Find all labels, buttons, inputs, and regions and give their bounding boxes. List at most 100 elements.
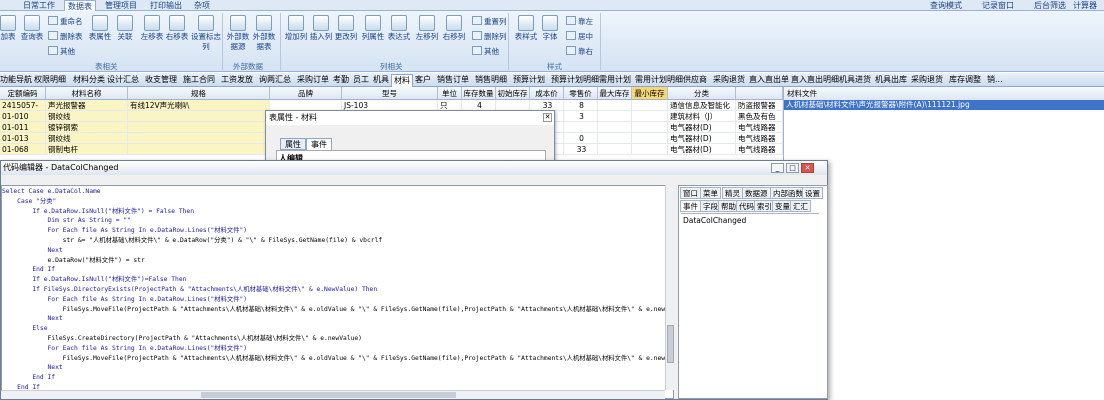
table-cell[interactable]: 电气线路器 [736, 133, 783, 144]
vertical-scrollbar[interactable] [665, 185, 674, 390]
horizontal-scrollbar[interactable] [1, 390, 665, 399]
maximize-icon[interactable]: □ [786, 163, 799, 173]
table-tab[interactable]: 采购订单 [295, 74, 331, 87]
align-left-button[interactable]: 靠左 [566, 16, 593, 26]
code-text-area[interactable]: Select Case e.DataCol.Name Case "分类" If … [1, 185, 674, 399]
table-cell[interactable]: 01-010 [0, 111, 46, 122]
tab-events[interactable]: 事件 [306, 138, 332, 150]
align-right-button[interactable]: 靠右 [566, 46, 593, 56]
expression-button[interactable]: 表达式 [385, 15, 413, 42]
column-header[interactable]: 成本价 [530, 87, 564, 100]
move-column-right-button[interactable]: 右移列 [440, 15, 468, 42]
move-table-left-button[interactable]: 左移表 [138, 15, 166, 42]
font-button[interactable]: 字体 [536, 15, 564, 42]
reset-column-button[interactable]: 重置列 [472, 16, 507, 26]
table-cell[interactable]: 01-068 [0, 144, 46, 155]
table-cell[interactable] [598, 144, 632, 155]
record-window-link[interactable]: 记录窗口 [982, 0, 1014, 11]
table-tab[interactable]: 工资发放 [219, 74, 255, 87]
table-tab[interactable]: 供应商 [681, 74, 709, 87]
table-cell[interactable] [598, 111, 632, 122]
table-tab[interactable]: 预算计划明细 [549, 74, 601, 87]
column-header[interactable]: 最大库存 [598, 87, 632, 100]
helper-tab[interactable]: 事件 [680, 200, 701, 212]
table-cell[interactable]: 电气器材(D) [668, 133, 736, 144]
menu-tab-misc[interactable]: 杂项 [191, 0, 213, 11]
other-column-button[interactable]: 其他 [472, 46, 499, 56]
table-tab[interactable]: 销售明细 [473, 74, 509, 87]
column-header[interactable]: 品牌 [270, 87, 342, 100]
menu-tab-datatable[interactable]: 数据表 [64, 0, 96, 11]
table-cell[interactable]: 3 [564, 111, 598, 122]
table-cell[interactable]: 钢绞线 [46, 133, 128, 144]
table-tab[interactable]: 需用计划 [597, 74, 633, 87]
scrollbar-thumb[interactable] [201, 392, 456, 398]
table-tab[interactable]: 直入直出单 [747, 74, 791, 87]
table-tab[interactable]: 设计汇总 [105, 74, 141, 87]
table-cell[interactable]: 电气器材(D) [668, 122, 736, 133]
column-header[interactable]: 规格 [128, 87, 270, 100]
table-cell[interactable]: 8 [564, 100, 598, 111]
table-cell[interactable] [598, 122, 632, 133]
table-tab[interactable]: 员工 [351, 74, 371, 87]
column-header[interactable]: 材料名称 [46, 87, 128, 100]
table-cell[interactable] [632, 122, 668, 133]
align-center-button[interactable]: 居中 [566, 31, 593, 41]
helper-tab[interactable]: 设置 [802, 187, 823, 199]
menu-tab-daily[interactable]: 日常工作 [20, 0, 58, 11]
table-tab[interactable]: 采购退货 [711, 74, 747, 87]
table-tab[interactable]: 预算计划 [511, 74, 547, 87]
delete-column-button[interactable]: 删除列 [472, 31, 507, 41]
helper-tab[interactable]: 汇汇 [790, 200, 811, 212]
table-cell[interactable]: 防盗报警器 [736, 100, 783, 111]
table-cell[interactable]: 有线12V声光喇叭 [128, 100, 270, 111]
menu-tab-print[interactable]: 打印输出 [147, 0, 185, 11]
close-icon[interactable]: ✕ [801, 163, 814, 173]
set-flag-column-button[interactable]: 设置标志列 [191, 15, 221, 52]
table-cell[interactable] [598, 100, 632, 111]
column-header[interactable]: 零售价 [564, 87, 598, 100]
table-tab[interactable]: 直入直出明细 [789, 74, 841, 87]
table-cell[interactable]: 电气线路器 [736, 144, 783, 155]
insert-column-button[interactable]: 插入列 [307, 15, 335, 42]
table-cell[interactable]: 钢制电杆 [46, 144, 128, 155]
table-cell[interactable] [128, 122, 270, 133]
delete-table-button[interactable]: 删除表 [48, 31, 83, 41]
rename-button[interactable]: 重命名 [48, 16, 83, 26]
other-table-button[interactable]: 其他 [48, 46, 75, 56]
helper-tab[interactable]: 数据源 [742, 187, 771, 199]
table-tab[interactable]: 客户 [413, 74, 433, 87]
table-tab[interactable]: 销售订单 [435, 74, 471, 87]
table-cell[interactable] [564, 122, 598, 133]
menu-tab-project[interactable]: 管理项目 [102, 0, 140, 11]
helper-tab[interactable]: 精灵 [722, 187, 743, 199]
table-cell[interactable]: 01-011 [0, 122, 46, 133]
query-table-button[interactable]: 查询表 [18, 15, 46, 42]
table-cell[interactable]: 电气器材(D) [668, 144, 736, 155]
table-cell[interactable]: 声光报警器 [46, 100, 128, 111]
calculator-link[interactable]: 计算器 [1073, 0, 1097, 11]
table-cell[interactable]: 0 [564, 133, 598, 144]
query-mode-link[interactable]: 查询模式 [930, 0, 962, 11]
table-tab[interactable]: 机具 [371, 74, 391, 87]
table-cell[interactable]: 通信信息及智能化 [668, 100, 736, 111]
table-tab[interactable]: 功能导航 [0, 74, 34, 87]
table-cell[interactable]: 电气线路器 [736, 122, 783, 133]
scrollbar-thumb[interactable] [667, 325, 674, 363]
table-cell[interactable]: 33 [564, 144, 598, 155]
table-cell[interactable] [128, 144, 270, 155]
table-tab[interactable]: 机具出库 [873, 74, 909, 87]
table-cell[interactable] [632, 111, 668, 122]
table-tab[interactable]: 库存调整 [947, 74, 983, 87]
file-column-header[interactable]: 材料文件 [784, 87, 1104, 100]
background-filter-link[interactable]: 后台筛选 [1034, 0, 1066, 11]
tab-properties[interactable]: 属性 [280, 138, 306, 150]
column-header[interactable] [736, 87, 783, 100]
relation-button[interactable]: 关联 [111, 15, 139, 42]
column-header[interactable]: 型号 [342, 87, 438, 100]
table-tab[interactable]: 施工合同 [181, 74, 217, 87]
column-header[interactable]: 单位 [438, 87, 462, 100]
helper-tab[interactable]: 窗口 [680, 187, 701, 199]
helper-tab[interactable]: 内部函数 [770, 187, 806, 199]
table-properties-button[interactable]: 表属性 [86, 15, 114, 42]
